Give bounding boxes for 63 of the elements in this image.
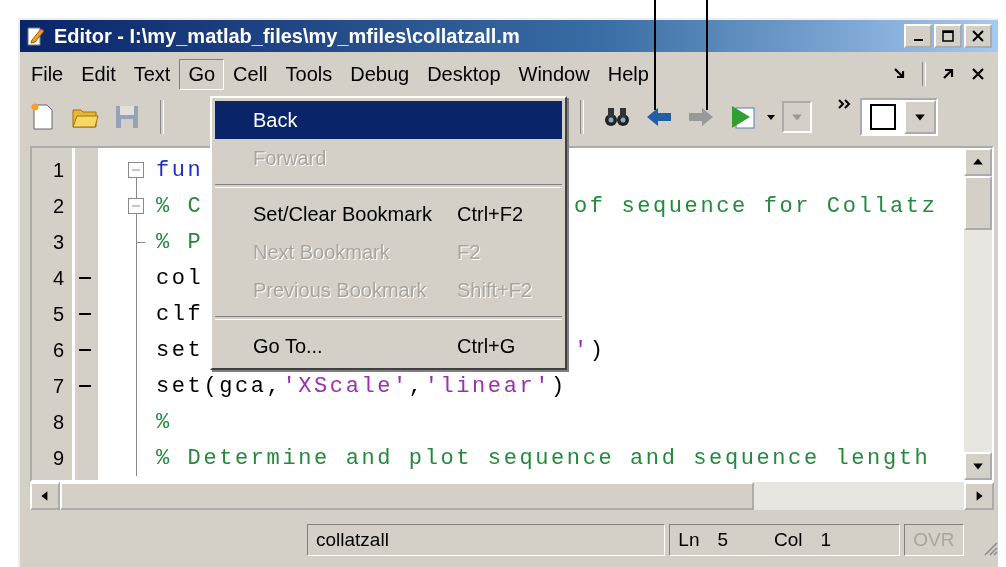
menu-item[interactable]: Debug: [341, 58, 419, 90]
layout-dropdown[interactable]: [860, 98, 938, 136]
line-number: 6: [51, 338, 65, 362]
close-icon: [971, 29, 985, 43]
line-number: 8: [51, 410, 65, 434]
menu-item[interactable]: Go: [179, 58, 225, 90]
line-number: 2: [51, 194, 65, 218]
column-value: 1: [820, 529, 832, 551]
line-number: 9: [51, 446, 65, 470]
column-label: Col: [774, 529, 803, 551]
line-number: 5: [51, 302, 65, 326]
code-text: clf: [156, 301, 204, 327]
close-button[interactable]: [964, 24, 992, 48]
close-icon[interactable]: [970, 66, 986, 82]
code-text: set(gca,'XScale','linear'): [156, 373, 567, 399]
maximize-icon: [941, 29, 955, 43]
menu-item[interactable]: Desktop: [418, 58, 510, 90]
minimize-icon: [913, 39, 923, 41]
line-number: 3: [51, 230, 65, 254]
code-text: set: [156, 337, 204, 363]
dropdown-button[interactable]: [904, 100, 936, 134]
code-text: col: [156, 265, 204, 291]
code-text: fun: [156, 157, 204, 183]
scroll-left-button[interactable]: [30, 482, 60, 510]
scroll-right-button[interactable]: [964, 482, 994, 510]
window-title: Editor - I:\my_matlab_files\my_mfiles\collatzall.m: [54, 24, 520, 48]
scroll-thumb[interactable]: [60, 482, 754, 510]
collapse-icon[interactable]: [128, 162, 144, 178]
line-number: 4: [51, 266, 65, 290]
menu-item[interactable]: Back: [215, 101, 562, 139]
resize-grip-icon[interactable]: [982, 540, 998, 556]
horizontal-scrollbar[interactable]: [30, 482, 994, 510]
collapse-icon[interactable]: [128, 198, 144, 214]
menu-item[interactable]: Tools: [276, 58, 342, 90]
scroll-down-button[interactable]: [964, 452, 992, 480]
code-text: % P: [156, 229, 204, 255]
document-pencil-icon: [26, 25, 46, 47]
line-value: 5: [717, 529, 729, 551]
menu-item[interactable]: File: [22, 58, 73, 90]
scroll-thumb[interactable]: [964, 176, 992, 230]
minimize-button[interactable]: [904, 24, 932, 48]
caret-icon[interactable]: [766, 112, 776, 122]
line-number: 1: [51, 158, 65, 182]
code-text: of sequence for Collatz: [574, 193, 938, 219]
code-text: %: [156, 409, 172, 435]
line-number: 7: [51, 374, 65, 398]
code-text: % Determine and plot sequence and sequence length: [156, 445, 931, 471]
menu-item[interactable]: Edit: [72, 58, 125, 90]
vertical-scrollbar[interactable]: [964, 148, 992, 480]
menu-item[interactable]: Window: [509, 58, 599, 90]
square-icon: [870, 104, 896, 130]
code-text: % C: [156, 193, 204, 219]
code-text: '): [574, 337, 606, 363]
maximize-button[interactable]: [934, 24, 962, 48]
dropdown[interactable]: [782, 101, 812, 133]
line-label: Ln: [678, 529, 700, 551]
menu-item[interactable]: Go To... Ctrl+G: [215, 327, 562, 365]
menu-item[interactable]: Set/Clear Bookmark Ctrl+F2: [215, 195, 562, 233]
scroll-up-button[interactable]: [964, 148, 992, 176]
menu-item[interactable]: Help: [598, 58, 658, 90]
file-name: collatzall: [307, 524, 666, 556]
menu-item[interactable]: Text: [124, 58, 180, 90]
menu-item[interactable]: Cell: [224, 58, 277, 90]
